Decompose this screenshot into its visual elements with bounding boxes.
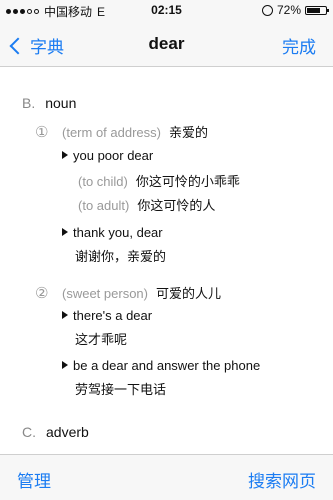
sense-1: ① (term of address) 亲爱的 (35, 122, 208, 141)
part-of-speech: adverb (46, 424, 89, 440)
example-1: you poor dear (62, 148, 153, 163)
sense-label: (sweet person) (62, 286, 148, 301)
triangle-bullet-icon (62, 311, 68, 319)
sense-number: ① (35, 124, 49, 141)
triangle-bullet-icon (62, 361, 68, 369)
battery-fill (307, 7, 320, 13)
battery-percent: 72% (276, 3, 301, 17)
example-2: thank you, dear (62, 225, 163, 240)
example-3: there's a dear (62, 308, 152, 323)
sense-definition: 亲爱的 (168, 125, 208, 140)
status-right: 72% (261, 3, 329, 17)
search-web-button[interactable]: 搜索网页 (248, 467, 316, 492)
subsense-label: (to child) (78, 174, 128, 189)
example-4: be a dear and answer the phone (62, 358, 260, 373)
sense-label: (term of address) (62, 125, 161, 140)
sense-definition: 可爱的人儿 (155, 286, 221, 301)
example-translation: 劳驾接一下电话 (75, 382, 167, 397)
subsense-definition: 你这可怜的人 (137, 198, 216, 213)
rotation-lock-icon (261, 4, 273, 16)
section-noun: B. noun (22, 95, 76, 111)
battery-icon (305, 5, 329, 15)
sense-number: ② (35, 285, 49, 302)
subsense-child: (to child) 你这可怜的小乖乖 (78, 171, 240, 190)
done-button[interactable]: 完成 (282, 33, 316, 58)
example-text: you poor dear (73, 148, 154, 163)
triangle-bullet-icon (62, 151, 68, 159)
section-adverb: C. adverb (22, 424, 89, 440)
bottom-toolbar: 管理 搜索网页 (0, 454, 333, 500)
navigation-bar: 字典 dear 完成 (0, 22, 333, 67)
section-letter: C. (22, 424, 36, 440)
sense-2: ② (sweet person) 可爱的人儿 (35, 283, 221, 302)
example-text: be a dear and answer the phone (73, 358, 261, 373)
status-bar: 中国移动 E 02:15 72% (0, 0, 333, 22)
triangle-bullet-icon (62, 228, 68, 236)
section-letter: B. (22, 95, 36, 111)
example-translation: 谢谢你，亲爱的 (75, 249, 167, 264)
example-text: there's a dear (73, 308, 153, 323)
subsense-label: (to adult) (78, 198, 130, 213)
part-of-speech: noun (45, 95, 77, 111)
example-text: thank you, dear (73, 225, 163, 240)
subsense-definition: 你这可怜的小乖乖 (135, 174, 240, 189)
dictionary-content[interactable]: B. noun ① (term of address) 亲爱的 you poor… (0, 67, 333, 454)
example-translation: 这才乖呢 (75, 332, 128, 347)
manage-button[interactable]: 管理 (17, 467, 51, 492)
subsense-adult: (to adult) 你这可怜的人 (78, 195, 215, 214)
